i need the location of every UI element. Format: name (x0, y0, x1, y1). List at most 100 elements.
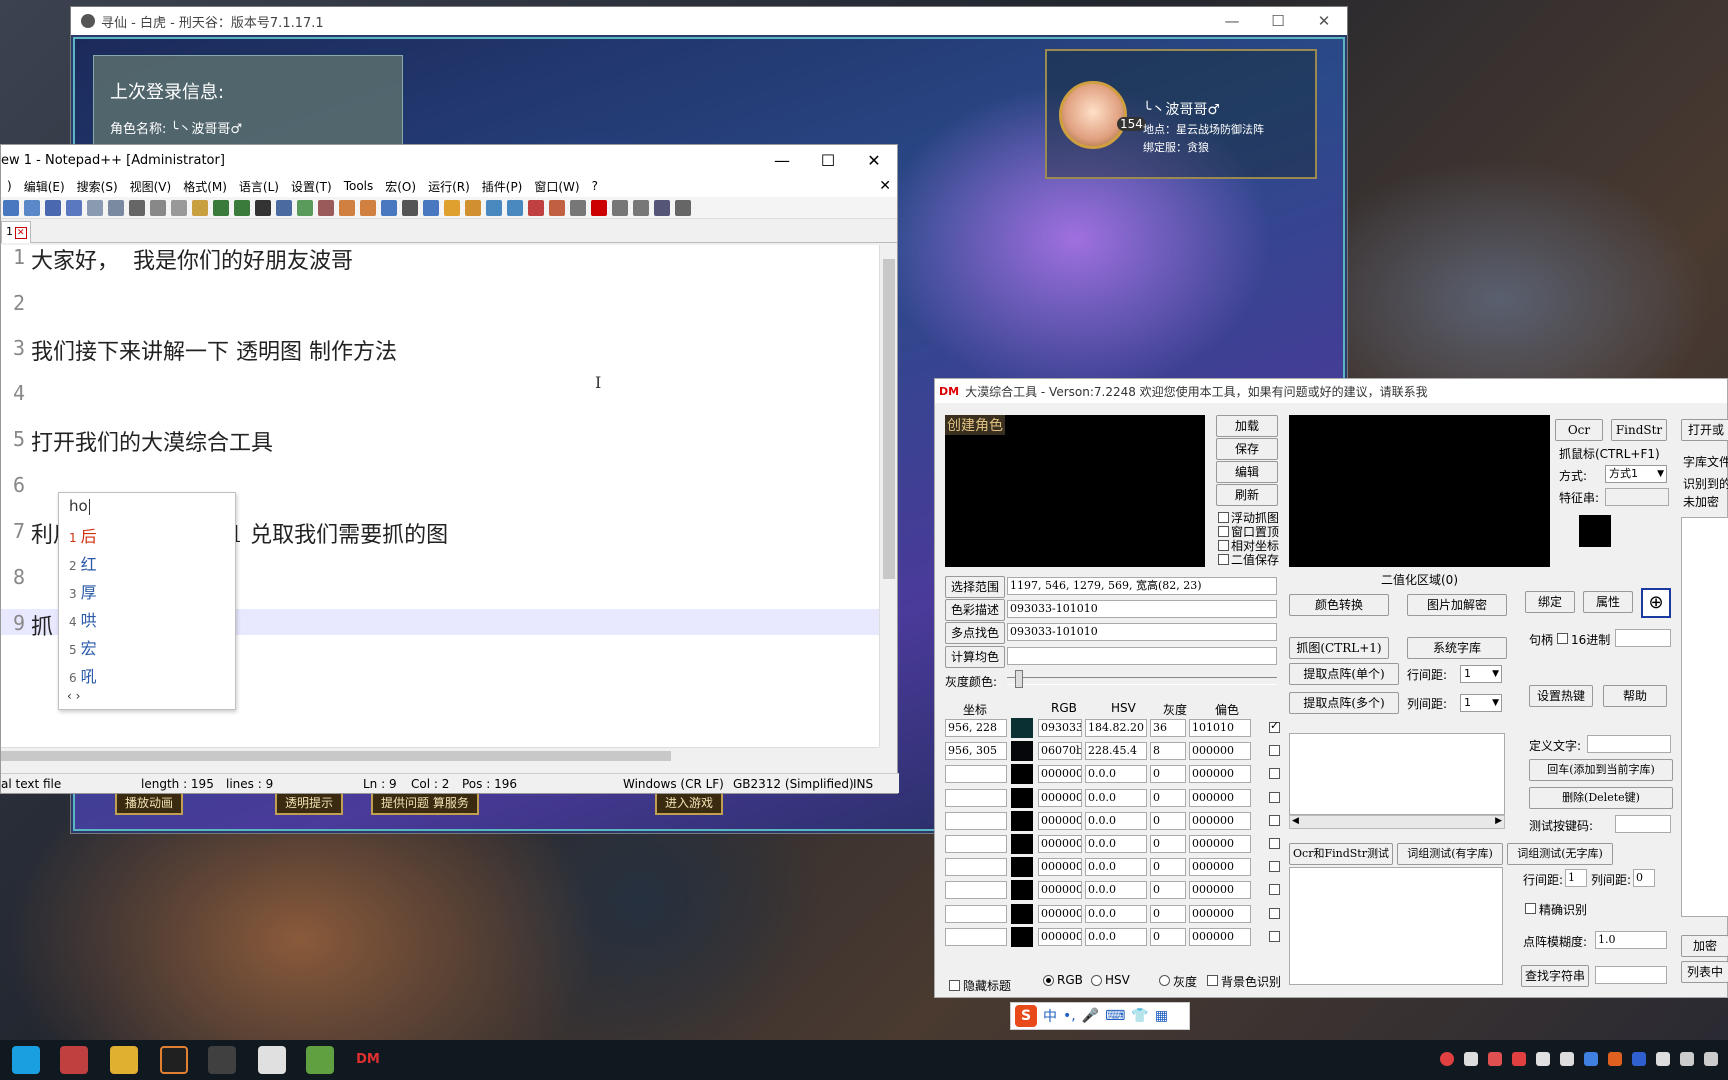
range-button[interactable]: 选择范围 (945, 576, 1005, 598)
ime-page-nav[interactable]: ‹ › (67, 689, 80, 703)
coord-cell[interactable] (945, 789, 1007, 807)
minimize-icon[interactable]: — (1209, 12, 1255, 30)
row-enable-checkbox[interactable] (1269, 792, 1280, 803)
edit-button[interactable]: 编辑 (1216, 461, 1278, 483)
hsv-cell[interactable]: 0.0.0 (1085, 812, 1147, 830)
chrome-icon[interactable] (160, 1046, 188, 1074)
findstr-button[interactable]: FindStr (1611, 419, 1667, 441)
redo-icon[interactable] (234, 199, 250, 216)
ocr-findstr-test-button[interactable]: Ocr和FindStr测试 (1289, 843, 1393, 865)
bluetooth-icon[interactable] (1632, 1052, 1646, 1066)
offset-cell[interactable]: 000000 (1189, 858, 1251, 876)
gray-cell[interactable]: 0 (1150, 858, 1186, 876)
play-animation-button[interactable]: 播放动画 (115, 791, 184, 815)
tab-new1[interactable]: 1 ✕ (1, 221, 31, 243)
offset-cell[interactable]: 000000 (1189, 742, 1251, 760)
folder-workspace-icon[interactable] (507, 199, 523, 216)
print-icon[interactable] (129, 199, 145, 216)
menu-search[interactable]: 搜索(S) (71, 178, 124, 195)
output-list[interactable] (1289, 733, 1505, 815)
hide-title-checkbox[interactable] (949, 980, 960, 991)
coord-cell[interactable] (945, 835, 1007, 853)
rgb-cell[interactable]: 000000 (1038, 881, 1082, 899)
doc-map-icon[interactable] (465, 199, 481, 216)
hex-checkbox[interactable] (1557, 633, 1568, 644)
monitor-icon[interactable] (528, 199, 544, 216)
define-text-field[interactable] (1587, 735, 1671, 753)
save-macro-icon[interactable] (675, 199, 691, 216)
coord-cell[interactable] (945, 928, 1007, 946)
rgb-cell[interactable]: 06070b (1038, 742, 1082, 760)
tray-icon[interactable] (1488, 1052, 1502, 1066)
test-output-area[interactable] (1289, 867, 1503, 985)
udl-icon[interactable] (444, 199, 460, 216)
rgb-cell[interactable]: 000000 (1038, 812, 1082, 830)
row-enable-checkbox[interactable] (1269, 861, 1280, 872)
menu-format[interactable]: 格式(M) (177, 178, 233, 195)
bind-button[interactable]: 绑定 (1525, 591, 1575, 613)
scroll-thumb[interactable] (883, 259, 895, 579)
record-stop-icon[interactable] (570, 199, 586, 216)
color-desc-field[interactable]: 093033-101010 (1007, 600, 1277, 618)
save-icon[interactable] (45, 199, 61, 216)
feature-field[interactable] (1605, 488, 1669, 506)
avg-color-field[interactable] (1007, 647, 1277, 665)
punctuation-icon[interactable]: •, (1063, 1008, 1076, 1024)
sync-v-icon[interactable] (339, 199, 355, 216)
delete-button[interactable]: 删除(Delete键) (1529, 787, 1673, 809)
rgb-cell[interactable]: 093033 (1038, 719, 1082, 737)
binary-save-checkbox[interactable] (1218, 554, 1229, 565)
offset-cell[interactable]: 000000 (1189, 765, 1251, 783)
rgb-cell[interactable]: 000000 (1038, 928, 1082, 946)
replace-icon[interactable] (276, 199, 292, 216)
window-top-checkbox[interactable] (1218, 526, 1229, 537)
word-test-nolib-button[interactable]: 词组测试(无字库) (1507, 843, 1613, 865)
maximize-icon[interactable]: ☐ (805, 151, 851, 170)
offset-cell[interactable]: 000000 (1189, 928, 1251, 946)
menu-file-partial[interactable]: ) (1, 179, 18, 193)
menu-language[interactable]: 语言(L) (233, 178, 285, 195)
menu-window[interactable]: 窗口(W) (528, 178, 585, 195)
taskbar-app-icon[interactable] (12, 1046, 40, 1074)
coord-cell[interactable] (945, 858, 1007, 876)
menu-help[interactable]: ? (586, 179, 604, 193)
maximize-icon[interactable]: ☐ (1255, 12, 1301, 30)
cut-icon[interactable] (150, 199, 166, 216)
keyboard-icon[interactable]: ⌨ (1105, 1008, 1125, 1024)
coord-cell[interactable] (945, 905, 1007, 923)
vertical-scrollbar[interactable] (879, 245, 897, 747)
tray-icon[interactable] (1440, 1052, 1454, 1066)
menu-macro[interactable]: 宏(O) (379, 178, 422, 195)
encrypt-button[interactable]: 加密 (1681, 935, 1728, 957)
extract-single-button[interactable]: 提取点阵(单个) (1289, 663, 1399, 685)
rgb-cell[interactable]: 000000 (1038, 835, 1082, 853)
range-field[interactable]: 1197, 546, 1279, 569, 宽高(82, 23) (1007, 577, 1277, 595)
ime-candidate[interactable]: 3厚 (69, 579, 97, 603)
offset-cell[interactable]: 000000 (1189, 789, 1251, 807)
ime-candidate[interactable]: 5宏 (69, 635, 97, 659)
float-capture-checkbox[interactable] (1218, 512, 1229, 523)
indent-guide-icon[interactable] (423, 199, 439, 216)
handle-field[interactable] (1615, 629, 1671, 647)
paint-icon[interactable] (258, 1046, 286, 1074)
open-button[interactable]: 打开或 (1681, 419, 1728, 441)
open-file-icon[interactable] (24, 199, 40, 216)
tray-icon[interactable] (1512, 1052, 1526, 1066)
network-icon[interactable] (1680, 1052, 1694, 1066)
test-key-field[interactable] (1615, 815, 1671, 833)
offset-cell[interactable]: 000000 (1189, 905, 1251, 923)
menu-run[interactable]: 运行(R) (422, 178, 476, 195)
hotkey-button[interactable]: 设置热键 (1529, 685, 1593, 707)
capture-button[interactable]: 抓图(CTRL+1) (1289, 637, 1389, 659)
offset-cell[interactable]: 000000 (1189, 812, 1251, 830)
hsv-radio[interactable] (1091, 975, 1102, 986)
zoom-out-icon[interactable] (318, 199, 334, 216)
tray-icon[interactable] (1656, 1052, 1670, 1066)
game-titlebar[interactable]: 寻仙 - 白虎 - 刑天谷：版本号7.1.17.1 — ☐ ✕ (71, 7, 1347, 35)
hsv-cell[interactable]: 0.0.0 (1085, 835, 1147, 853)
ime-candidate[interactable]: 2红 (69, 551, 97, 575)
play-icon[interactable] (633, 199, 649, 216)
minimize-icon[interactable]: — (759, 151, 805, 170)
row-enable-checkbox[interactable] (1269, 884, 1280, 895)
mode-select[interactable]: 方式1 (1605, 465, 1667, 483)
